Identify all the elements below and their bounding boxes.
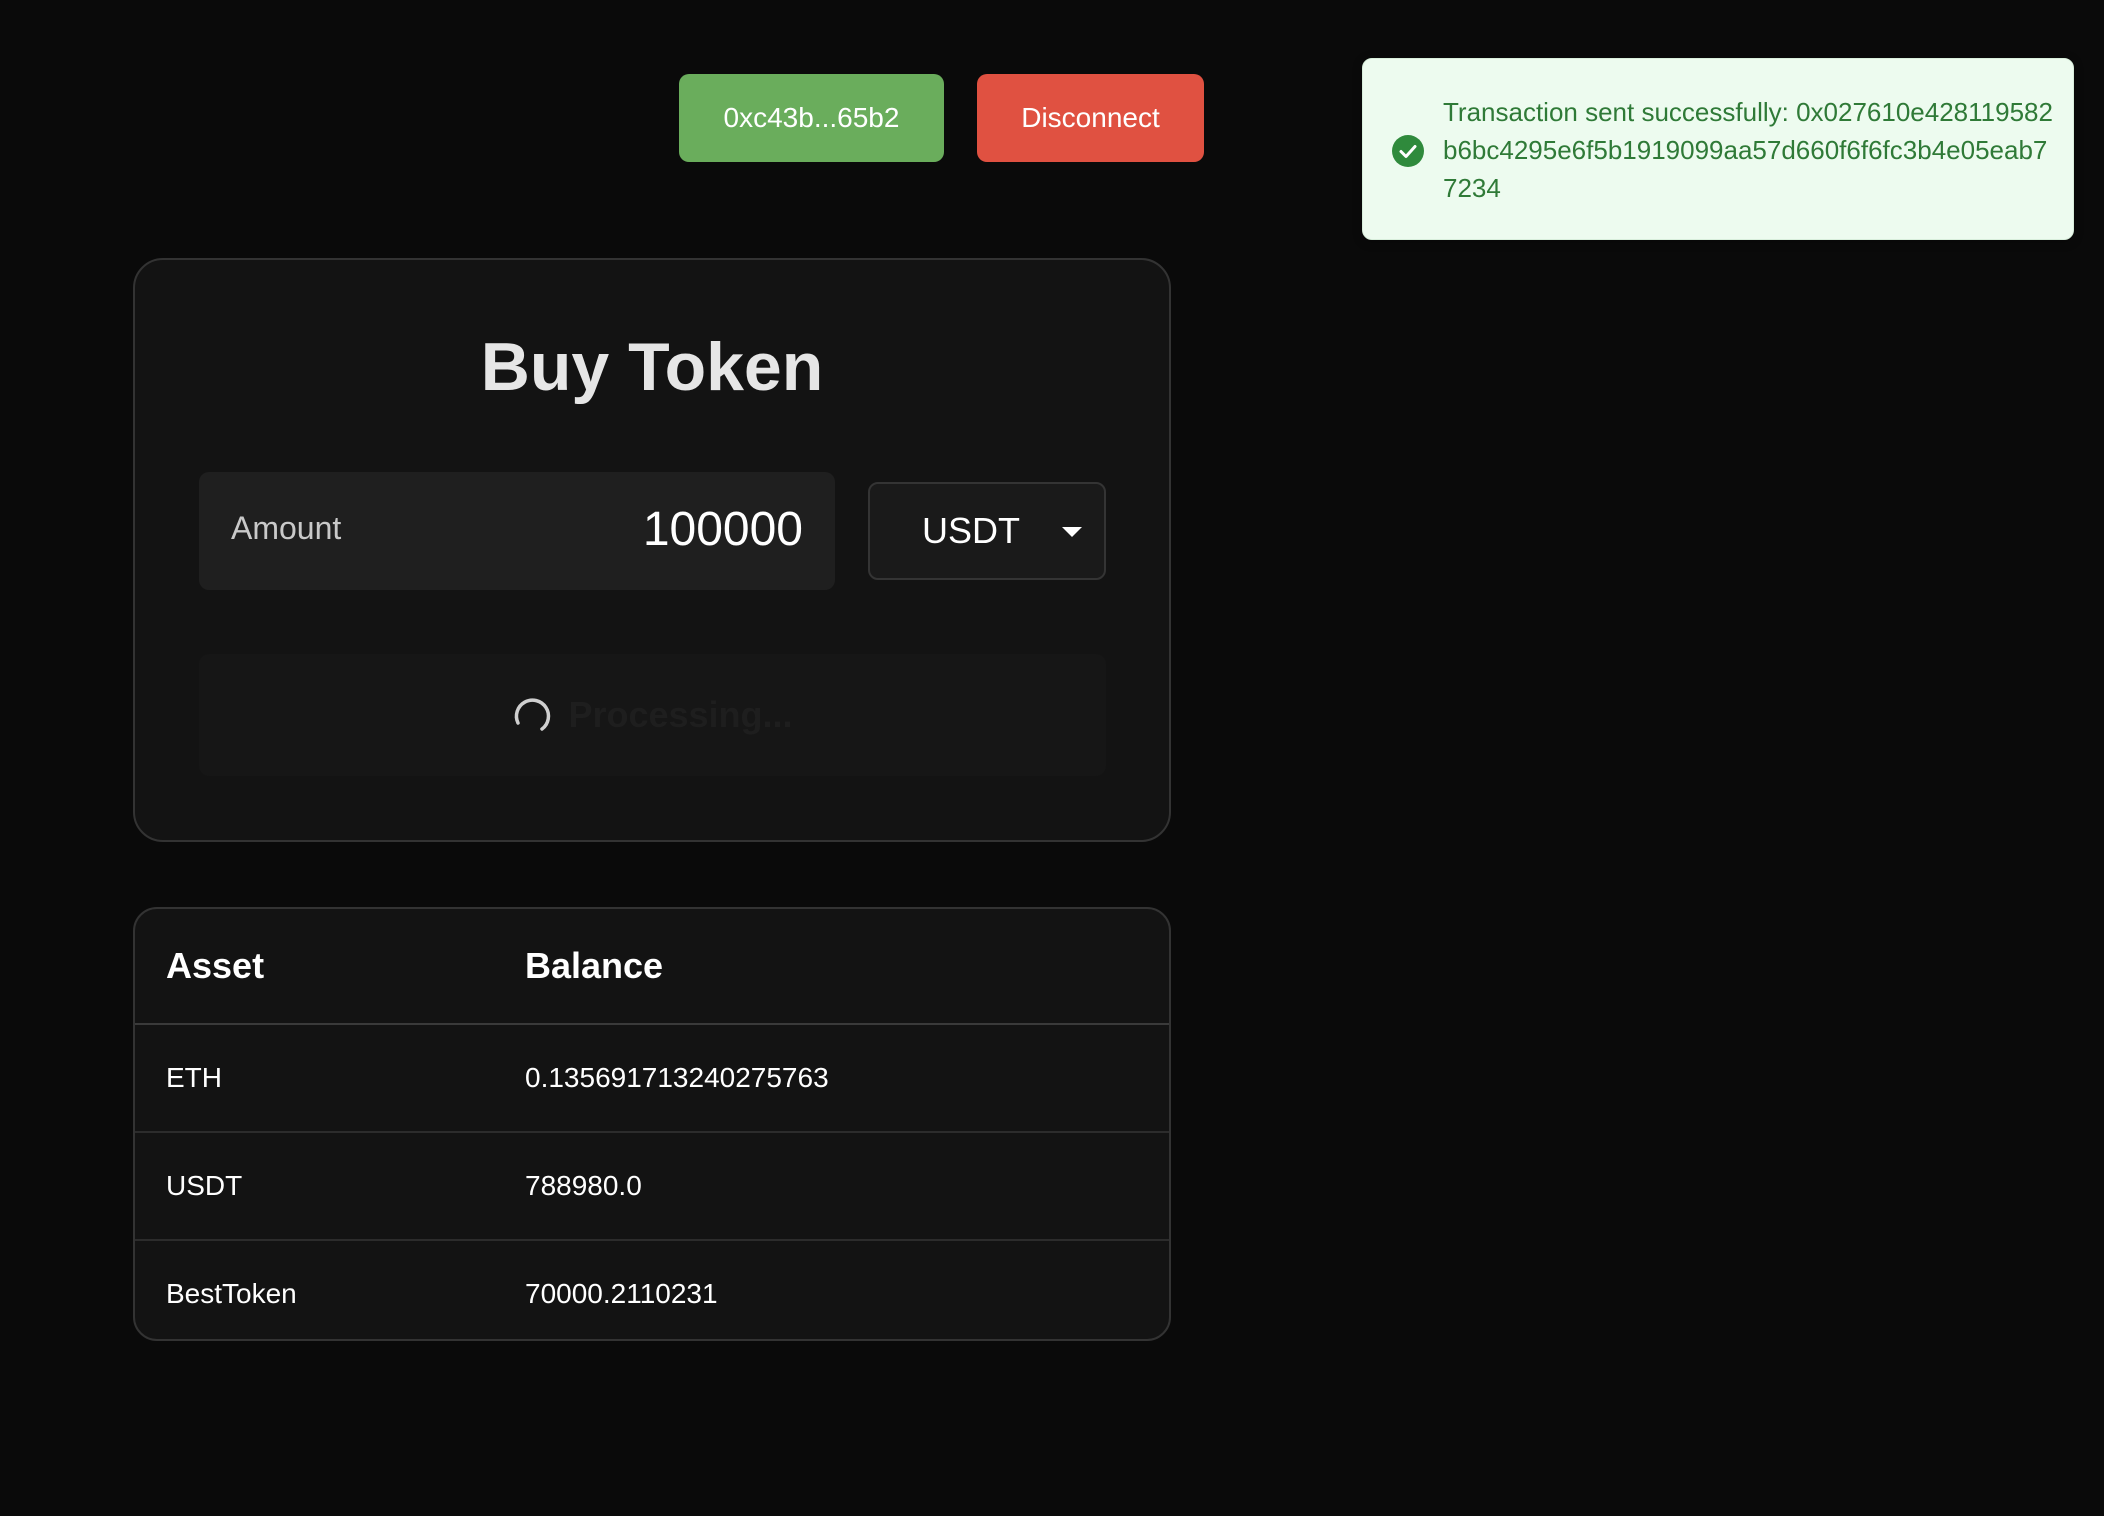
balances-table: Asset Balance ETH 0.135691713240275763 U… bbox=[133, 907, 1171, 1341]
chevron-down-icon bbox=[1062, 527, 1082, 537]
token-select-value: USDT bbox=[922, 510, 1020, 551]
table-row: USDT 788980.0 bbox=[135, 1133, 1169, 1241]
amount-value: 100000 bbox=[642, 503, 803, 556]
table-row: ETH 0.135691713240275763 bbox=[135, 1025, 1169, 1133]
header-balance: Balance bbox=[525, 945, 664, 986]
page: 0xc43b...65b2 Disconnect Transaction sen… bbox=[0, 0, 2104, 1516]
disconnect-label: Disconnect bbox=[1021, 102, 1160, 133]
wallet-address-label: 0xc43b...65b2 bbox=[723, 102, 900, 133]
table-header-row: Asset Balance bbox=[135, 909, 1169, 1025]
row-asset: BestToken bbox=[166, 1278, 297, 1309]
row-asset: USDT bbox=[166, 1170, 243, 1201]
spinner-icon bbox=[515, 698, 551, 731]
buy-token-card: Buy Token Amount 100000 USDT Processing.… bbox=[133, 258, 1171, 842]
token-select[interactable]: USDT bbox=[868, 482, 1106, 580]
toast-message: Transaction sent successfully: 0x027610e… bbox=[1443, 97, 2053, 203]
row-balance: 0.135691713240275763 bbox=[525, 1062, 829, 1093]
amount-input[interactable]: Amount 100000 bbox=[199, 472, 835, 590]
header-asset: Asset bbox=[166, 945, 265, 986]
wallet-address-button[interactable]: 0xc43b...65b2 bbox=[679, 74, 944, 162]
buy-token-title: Buy Token bbox=[480, 329, 824, 405]
buy-submit-button[interactable]: Processing... bbox=[199, 654, 1106, 776]
success-toast[interactable]: Transaction sent successfully: 0x027610e… bbox=[1362, 58, 2074, 240]
row-asset: ETH bbox=[166, 1062, 222, 1093]
table-row: BestToken 70000.2110231 bbox=[135, 1241, 1169, 1339]
check-circle-icon bbox=[1392, 135, 1424, 167]
processing-label: Processing... bbox=[568, 694, 793, 735]
amount-label: Amount bbox=[231, 510, 342, 546]
row-balance: 70000.2110231 bbox=[525, 1278, 718, 1309]
row-balance: 788980.0 bbox=[525, 1170, 642, 1201]
disconnect-button[interactable]: Disconnect bbox=[977, 74, 1204, 162]
